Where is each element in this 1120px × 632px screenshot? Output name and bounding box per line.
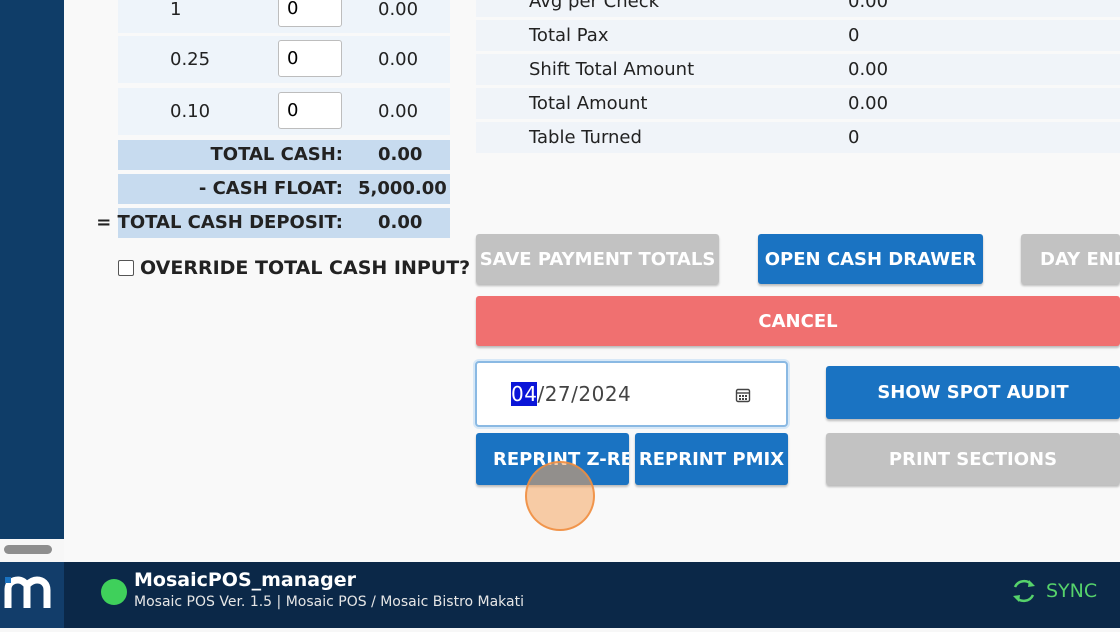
cancel-button[interactable]: CANCEL <box>476 296 1120 346</box>
calendar-icon[interactable] <box>735 387 751 403</box>
cash-float-row: - CASH FLOAT: 5,000.00 <box>118 174 450 204</box>
denomination-row: 1 0.00 <box>118 0 450 33</box>
stat-row: Table Turned 0 <box>476 122 1120 153</box>
stat-value: 0 <box>848 127 860 148</box>
current-user: MosaicPOS_manager <box>134 569 356 591</box>
show-spot-audit-button[interactable]: SHOW SPOT AUDIT <box>826 366 1120 419</box>
denomination-value: 1 <box>170 0 182 20</box>
online-status-dot <box>101 579 127 605</box>
cash-float-value: 5,000.00 <box>358 178 447 199</box>
total-cash-deposit-row: = TOTAL CASH DEPOSIT: 0.00 <box>96 208 450 238</box>
day-end-button[interactable]: DAY END <box>1021 234 1120 284</box>
sync-icon <box>1013 579 1035 603</box>
mosaic-m-icon <box>4 576 51 608</box>
denomination-row: 0.25 0.00 <box>118 36 450 83</box>
total-cash-value: 0.00 <box>378 144 423 165</box>
override-label: OVERRIDE TOTAL CASH INPUT? <box>140 257 471 279</box>
stat-value: 0.00 <box>848 0 889 12</box>
denomination-qty-input[interactable] <box>278 92 342 129</box>
open-cash-drawer-button[interactable]: OPEN CASH DRAWER <box>758 234 983 284</box>
mosaic-logo <box>0 562 64 628</box>
denomination-amount: 0.00 <box>378 49 419 70</box>
report-date-input[interactable]: 04/27/2024 <box>475 361 788 427</box>
version-info: Mosaic POS Ver. 1.5 | Mosaic POS / Mosai… <box>134 594 525 610</box>
total-cash-deposit-value: 0.00 <box>378 212 423 233</box>
print-sections-button[interactable]: PRINT SECTIONS <box>826 433 1120 485</box>
stat-row: Avg per Check 0.00 <box>476 0 1120 17</box>
horizontal-scroll-handle[interactable] <box>4 545 52 554</box>
date-rest: /27/2024 <box>537 382 632 406</box>
sync-button[interactable]: SYNC <box>1010 576 1097 606</box>
stat-value: 0.00 <box>848 59 889 80</box>
checkbox-icon[interactable] <box>118 260 134 276</box>
left-sidebar <box>0 0 64 539</box>
stat-label: Shift Total Amount <box>529 59 695 80</box>
stat-row: Shift Total Amount 0.00 <box>476 54 1120 85</box>
override-total-cash-checkbox[interactable]: OVERRIDE TOTAL CASH INPUT? <box>118 257 470 279</box>
reprint-pmix-button[interactable]: REPRINT PMIX <box>635 433 788 485</box>
denomination-qty-input[interactable] <box>278 0 342 27</box>
total-cash-deposit-label: = TOTAL CASH DEPOSIT: <box>96 212 343 233</box>
denomination-amount: 0.00 <box>378 0 419 20</box>
total-cash-label: TOTAL CASH: <box>210 144 344 165</box>
denomination-value: 0.10 <box>170 101 211 122</box>
cash-float-label: - CASH FLOAT: <box>198 178 343 199</box>
date-text: 04/27/2024 <box>511 382 631 406</box>
date-month-segment[interactable]: 04 <box>511 382 538 406</box>
stat-row: Total Amount 0.00 <box>476 88 1120 119</box>
sync-label: SYNC <box>1046 580 1098 602</box>
stat-label: Table Turned <box>529 127 642 148</box>
stat-value: 0 <box>848 25 860 46</box>
stat-label: Avg per Check <box>529 0 660 12</box>
total-cash-row: TOTAL CASH: 0.00 <box>118 140 450 170</box>
denomination-row: 0.10 0.00 <box>118 88 450 135</box>
stat-value: 0.00 <box>848 93 889 114</box>
stat-label: Total Amount <box>529 93 648 114</box>
stat-label: Total Pax <box>529 25 609 46</box>
stat-row: Total Pax 0 <box>476 20 1120 51</box>
reprint-z-read-button[interactable]: REPRINT Z-READ <box>476 433 629 485</box>
denomination-amount: 0.00 <box>378 101 419 122</box>
denomination-qty-input[interactable] <box>278 40 342 77</box>
denomination-value: 0.25 <box>170 49 211 70</box>
footer-bar: MosaicPOS_manager Mosaic POS Ver. 1.5 | … <box>0 562 1120 628</box>
save-payment-totals-button[interactable]: SAVE PAYMENT TOTALS <box>476 234 719 284</box>
